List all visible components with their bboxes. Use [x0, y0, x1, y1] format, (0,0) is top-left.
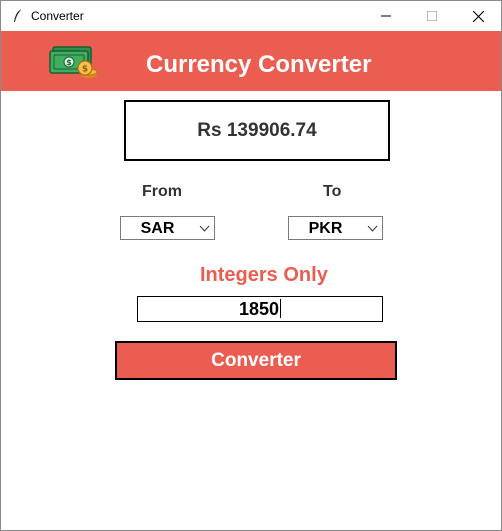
result-display: Rs 139906.74	[124, 100, 390, 161]
svg-text:$: $	[82, 65, 88, 75]
from-label: From	[142, 183, 182, 200]
app-header: $ $ Currency Converter	[1, 31, 501, 91]
amount-value: 1850	[238, 299, 280, 319]
text-caret	[280, 299, 282, 318]
to-currency-select[interactable]: PKR	[288, 216, 383, 240]
chevron-down-icon	[367, 225, 378, 232]
maximize-button[interactable]	[409, 1, 455, 31]
chevron-down-icon	[199, 225, 210, 232]
money-icon: $ $	[49, 46, 98, 78]
close-button[interactable]	[455, 1, 501, 31]
app-window: Converter $ $ Currency Converter Rs 1399…	[0, 0, 502, 531]
from-currency-select[interactable]: SAR	[120, 216, 215, 240]
close-icon	[472, 10, 484, 22]
amount-input[interactable]: 1850	[137, 296, 383, 322]
minimize-icon	[381, 15, 391, 17]
svg-text:$: $	[66, 58, 72, 67]
to-currency-value: PKR	[308, 220, 343, 237]
maximize-icon	[427, 11, 437, 21]
app-title: Currency Converter	[146, 51, 372, 78]
integers-only-label: Integers Only	[200, 264, 328, 286]
convert-button[interactable]: Converter	[115, 341, 397, 380]
from-currency-value: SAR	[140, 220, 175, 237]
minimize-button[interactable]	[363, 1, 409, 31]
title-bar[interactable]: Converter	[1, 1, 501, 31]
feather-icon	[14, 8, 23, 22]
window-title: Converter	[31, 9, 84, 23]
to-label: To	[323, 183, 342, 200]
